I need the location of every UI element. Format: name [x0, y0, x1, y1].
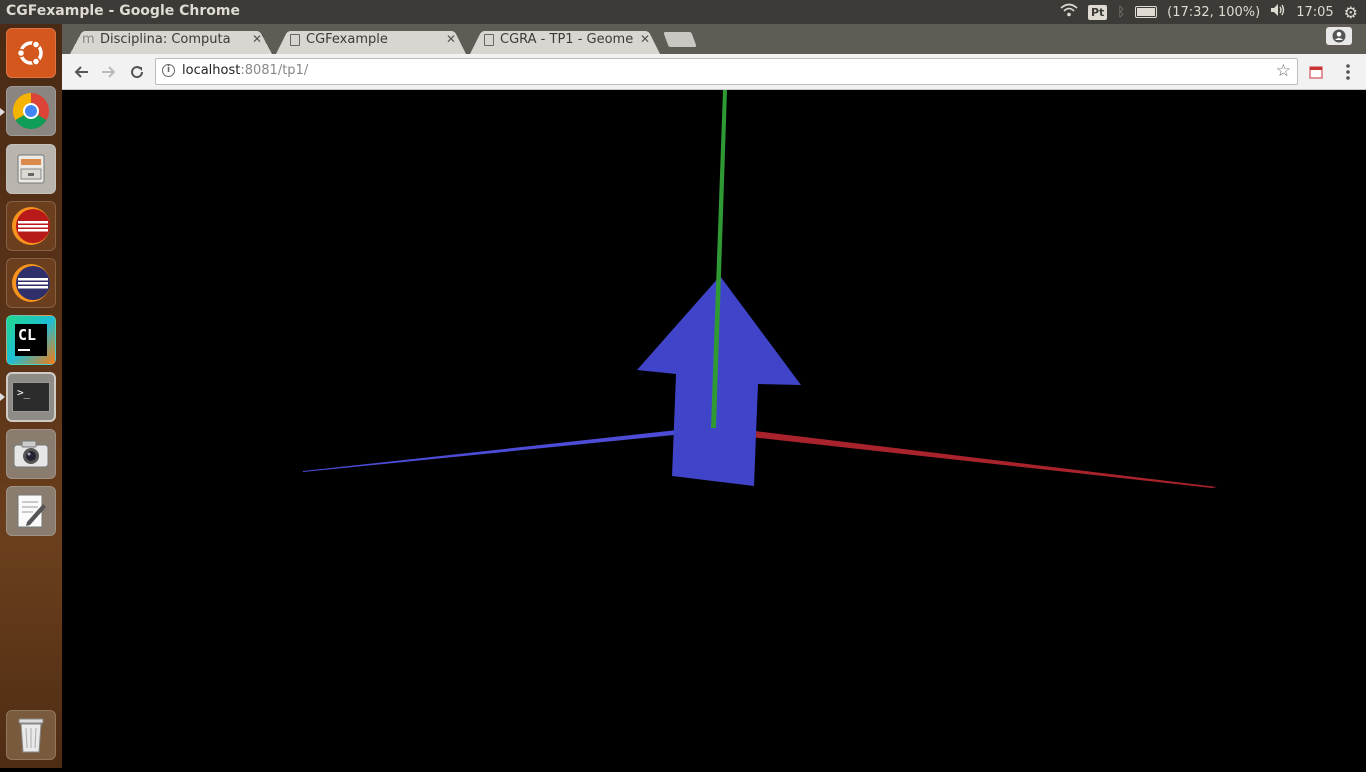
x-axis [714, 426, 1217, 488]
tab-label: CGFexample [306, 32, 388, 47]
volume-icon[interactable] [1270, 3, 1286, 21]
z-axis [303, 426, 714, 472]
camera-icon [13, 440, 49, 468]
back-button[interactable] [69, 60, 93, 84]
window-title: CGFexample - Google Chrome [6, 3, 240, 19]
more-vert-icon [1346, 64, 1350, 80]
moodle-icon: m [82, 32, 95, 47]
launcher-ubuntu-dash[interactable] [6, 28, 56, 78]
user-icon [1332, 29, 1346, 43]
ubuntu-logo-icon [16, 40, 43, 66]
chrome-icon [12, 93, 49, 130]
running-indicator [0, 393, 5, 401]
url-text[interactable]: localhost:8081/tp1/ [182, 63, 308, 78]
page-icon [290, 34, 300, 46]
battery-status[interactable]: (17:32, 100%) [1167, 5, 1260, 20]
text-editor-icon [17, 494, 46, 528]
close-icon[interactable]: ✕ [640, 27, 650, 52]
eclipse-icon [12, 264, 50, 302]
tab-cgra[interactable]: CGRA - TP1 - Geome ✕ [470, 27, 660, 54]
url-path: :8081/tp1/ [240, 63, 309, 78]
top-panel: CGFexample - Google Chrome Pt ᛒ (17:32, … [0, 0, 1366, 24]
browser-toolbar: i localhost:8081/tp1/ ☆ [62, 54, 1366, 90]
tab-strip: m Disciplina: Computa ✕ CGFexample ✕ CGR… [62, 24, 1366, 54]
tab-cgfexample[interactable]: CGFexample ✕ [276, 27, 466, 54]
indicator-area: Pt ᛒ (17:32, 100%) 17:05 ⚙ [1060, 0, 1358, 24]
url-host: localhost [182, 63, 241, 78]
scene-svg [303, 90, 1217, 488]
launcher: CL >_ [0, 24, 62, 768]
new-tab-button[interactable] [663, 32, 697, 47]
arrow-right-icon [102, 66, 116, 78]
reload-button[interactable] [125, 60, 149, 84]
reload-icon [131, 66, 144, 79]
keyboard-layout-indicator[interactable]: Pt [1088, 4, 1108, 20]
running-indicator [0, 108, 5, 116]
launcher-clion[interactable]: CL [6, 315, 56, 365]
star-icon[interactable]: ☆ [1276, 61, 1291, 81]
bluetooth-icon[interactable]: ᛒ [1117, 5, 1125, 20]
close-icon[interactable]: ✕ [252, 27, 262, 52]
file-cabinet-icon [17, 154, 45, 184]
page-icon [484, 34, 494, 46]
info-icon[interactable]: i [162, 64, 175, 77]
launcher-eclipse-red[interactable] [6, 201, 56, 251]
launcher-text-editor[interactable] [6, 486, 56, 536]
tab-disciplina[interactable]: m Disciplina: Computa ✕ [70, 27, 272, 54]
close-icon[interactable]: ✕ [446, 27, 456, 52]
battery-icon[interactable] [1135, 6, 1158, 18]
profile-button[interactable] [1326, 27, 1352, 45]
gear-icon[interactable]: ⚙ [1344, 3, 1358, 22]
clion-icon: CL [15, 324, 47, 356]
clock[interactable]: 17:05 [1296, 5, 1333, 20]
menu-button[interactable] [1336, 60, 1360, 84]
eclipse-icon [12, 207, 50, 245]
launcher-trash[interactable] [6, 710, 56, 760]
extension-button[interactable] [1304, 60, 1328, 84]
forward-button[interactable] [97, 60, 121, 84]
launcher-eclipse[interactable] [6, 258, 56, 308]
webgl-canvas[interactable] [62, 90, 1366, 768]
launcher-chrome[interactable] [6, 86, 56, 136]
terminal-icon: >_ [12, 382, 50, 412]
trash-icon [18, 718, 44, 753]
calendar-extension-icon [1309, 66, 1323, 79]
tab-label: CGRA - TP1 - Geome [500, 32, 634, 47]
address-bar[interactable]: i localhost:8081/tp1/ ☆ [155, 58, 1298, 85]
wifi-icon[interactable] [1060, 3, 1078, 21]
launcher-terminal[interactable]: >_ [6, 372, 56, 422]
tab-label: Disciplina: Computa [100, 32, 231, 47]
launcher-screenshot[interactable] [6, 429, 56, 479]
launcher-files[interactable] [6, 144, 56, 194]
arrow-left-icon [74, 66, 88, 78]
